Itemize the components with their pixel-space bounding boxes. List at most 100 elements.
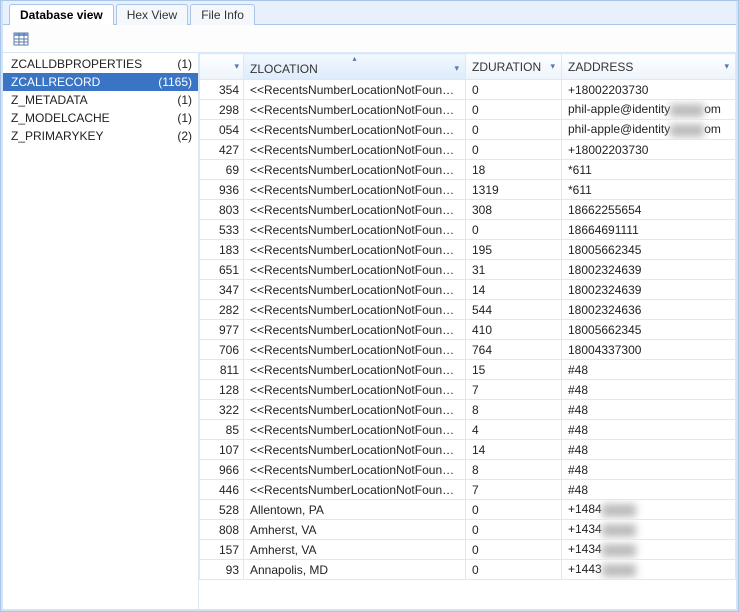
cell-id: 528 [200,500,244,520]
tab-strip: Database view Hex View File Info [3,1,736,25]
cell-id: 533 [200,220,244,240]
tab-database-view[interactable]: Database view [9,4,114,25]
sidebar-item-count: (1165) [158,75,192,89]
cell-zaddress: *611 [562,180,736,200]
cell-zlocation: <<RecentsNumberLocationNotFound>> [244,240,466,260]
cell-zduration: 15 [466,360,562,380]
cell-zlocation: <<RecentsNumberLocationNotFound>> [244,220,466,240]
chevron-down-icon[interactable]: ▾ [724,61,729,72]
cell-zaddress: #48 [562,440,736,460]
sidebar-item-zmodelcache[interactable]: Z_MODELCACHE (1) [3,109,198,127]
cell-zlocation: <<RecentsNumberLocationNotFound>> [244,420,466,440]
table-row[interactable]: 183<<RecentsNumberLocationNotFound>>1951… [200,240,736,260]
table-row[interactable]: 936<<RecentsNumberLocationNotFound>>1319… [200,180,736,200]
tab-file-info[interactable]: File Info [190,4,255,25]
sidebar-item-count: (1) [177,57,192,71]
cell-id: 354 [200,80,244,100]
cell-id: 811 [200,360,244,380]
table-row[interactable]: 298<<RecentsNumberLocationNotFound>>0phi… [200,100,736,120]
table-row[interactable]: 322<<RecentsNumberLocationNotFound>>8#48 [200,400,736,420]
table-row[interactable]: 706<<RecentsNumberLocationNotFound>>7641… [200,340,736,360]
cell-id: 054 [200,120,244,140]
table-row[interactable]: 93Annapolis, MD0+1443xxx [200,560,736,580]
table-row[interactable]: 128<<RecentsNumberLocationNotFound>>7#48 [200,380,736,400]
cell-zduration: 14 [466,440,562,460]
column-header-label: ZDURATION [472,60,541,74]
cell-zaddress: +1443xxx [562,560,736,580]
sidebar-item-count: (1) [177,93,192,107]
table-row[interactable]: 446<<RecentsNumberLocationNotFound>>7#48 [200,480,736,500]
cell-zaddress: 18664691111 [562,220,736,240]
cell-id: 85 [200,420,244,440]
cell-zlocation: <<RecentsNumberLocationNotFound>> [244,320,466,340]
table-row[interactable]: 651<<RecentsNumberLocationNotFound>>3118… [200,260,736,280]
cell-zlocation: <<RecentsNumberLocationNotFound>> [244,300,466,320]
cell-zlocation: <<RecentsNumberLocationNotFound>> [244,340,466,360]
chevron-down-icon[interactable]: ▾ [550,61,555,72]
table-row[interactable]: 282<<RecentsNumberLocationNotFound>>5441… [200,300,736,320]
cell-zlocation: <<RecentsNumberLocationNotFound>> [244,100,466,120]
column-header-zaddress[interactable]: ZADDRESS ▾ [562,54,736,80]
cell-zlocation: <<RecentsNumberLocationNotFound>> [244,140,466,160]
table-row[interactable]: 803<<RecentsNumberLocationNotFound>>3081… [200,200,736,220]
cell-zduration: 14 [466,280,562,300]
chevron-down-icon[interactable]: ▾ [234,61,239,72]
table-row[interactable]: 157Amherst, VA0+1434xxx [200,540,736,560]
table-row[interactable]: 107<<RecentsNumberLocationNotFound>>14#4… [200,440,736,460]
table-row[interactable]: 811<<RecentsNumberLocationNotFound>>15#4… [200,360,736,380]
cell-zduration: 8 [466,400,562,420]
cell-zaddress: #48 [562,480,736,500]
cell-zaddress: #48 [562,420,736,440]
table-row[interactable]: 977<<RecentsNumberLocationNotFound>>4101… [200,320,736,340]
table-row[interactable]: 85<<RecentsNumberLocationNotFound>>4#48 [200,420,736,440]
cell-zduration: 0 [466,500,562,520]
column-header-zlocation[interactable]: ▴ ZLOCATION▾ [244,54,466,80]
column-header-id[interactable]: ▾ [200,54,244,80]
cell-id: 808 [200,520,244,540]
redacted: xxx [602,564,636,577]
cell-zlocation: <<RecentsNumberLocationNotFound>> [244,440,466,460]
cell-zlocation: <<RecentsNumberLocationNotFound>> [244,460,466,480]
cell-zaddress: *611 [562,160,736,180]
table-row[interactable]: 427<<RecentsNumberLocationNotFound>>0+18… [200,140,736,160]
cell-zduration: 308 [466,200,562,220]
cell-id: 69 [200,160,244,180]
table-row[interactable]: 808Amherst, VA0+1434xxx [200,520,736,540]
table-row[interactable]: 966<<RecentsNumberLocationNotFound>>8#48 [200,460,736,480]
cell-zduration: 0 [466,120,562,140]
tab-hex-view[interactable]: Hex View [116,4,188,25]
cell-zlocation: Allentown, PA [244,500,466,520]
sidebar-item-label: Z_MODELCACHE [11,111,110,125]
cell-zduration: 764 [466,340,562,360]
chevron-down-icon[interactable]: ▾ [454,63,459,74]
column-header-label: ZADDRESS [568,60,633,74]
cell-zlocation: <<RecentsNumberLocationNotFound>> [244,260,466,280]
cell-zaddress: 18002324639 [562,260,736,280]
data-grid[interactable]: ▾ ▴ ZLOCATION▾ ZDURATION ▾ ZADDRESS ▾ [199,53,736,609]
table-row[interactable]: 69<<RecentsNumberLocationNotFound>>18*61… [200,160,736,180]
table-list-sidebar: ZCALLDBPROPERTIES (1) ZCALLRECORD (1165)… [3,53,199,609]
table-row[interactable]: 528Allentown, PA0+1484xxx [200,500,736,520]
cell-zlocation: <<RecentsNumberLocationNotFound>> [244,360,466,380]
sidebar-item-zprimarykey[interactable]: Z_PRIMARYKEY (2) [3,127,198,145]
cell-zlocation: Amherst, VA [244,540,466,560]
cell-zduration: 1319 [466,180,562,200]
cell-id: 322 [200,400,244,420]
cell-zaddress: 18004337300 [562,340,736,360]
cell-id: 157 [200,540,244,560]
redacted: xxx [602,504,636,517]
cell-id: 446 [200,480,244,500]
table-row[interactable]: 347<<RecentsNumberLocationNotFound>>1418… [200,280,736,300]
table-icon[interactable] [13,31,29,47]
table-row[interactable]: 054<<RecentsNumberLocationNotFound>>0phi… [200,120,736,140]
sidebar-item-zmetadata[interactable]: Z_METADATA (1) [3,91,198,109]
table-row[interactable]: 354<<RecentsNumberLocationNotFound>>0+18… [200,80,736,100]
sidebar-item-zcalldbproperties[interactable]: ZCALLDBPROPERTIES (1) [3,55,198,73]
cell-zduration: 0 [466,140,562,160]
cell-zduration: 0 [466,560,562,580]
cell-zlocation: <<RecentsNumberLocationNotFound>> [244,380,466,400]
table-row[interactable]: 533<<RecentsNumberLocationNotFound>>0186… [200,220,736,240]
cell-zlocation: <<RecentsNumberLocationNotFound>> [244,200,466,220]
sidebar-item-zcallrecord[interactable]: ZCALLRECORD (1165) [3,73,198,91]
column-header-zduration[interactable]: ZDURATION ▾ [466,54,562,80]
